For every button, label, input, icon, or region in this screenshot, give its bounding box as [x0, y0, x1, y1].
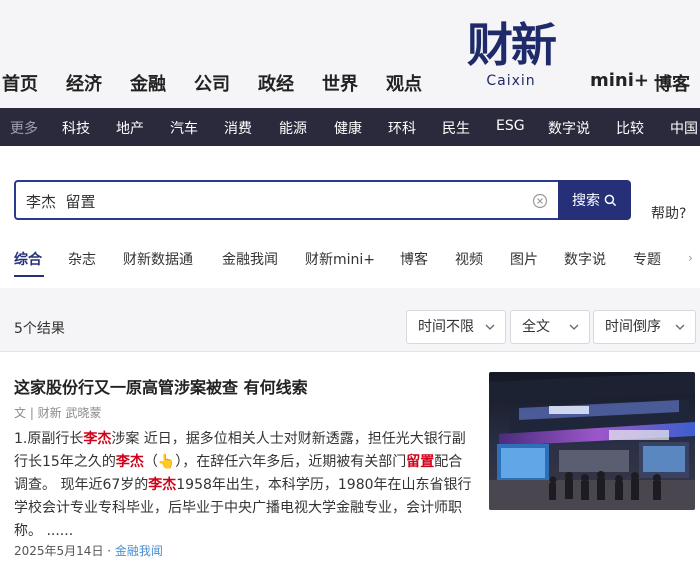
keyword-highlight: 李杰 — [148, 477, 177, 493]
search-button[interactable]: 搜索 — [558, 180, 631, 220]
nav-item-politics[interactable]: 政经 — [258, 70, 294, 96]
nav-item-blog[interactable]: 博客 — [654, 70, 690, 96]
channel-item-energy[interactable]: 能源 — [279, 118, 307, 138]
channel-item-compare[interactable]: 比较 — [616, 118, 644, 138]
channel-item-health[interactable]: 健康 — [334, 118, 362, 138]
nav-item-economy[interactable]: 经济 — [66, 70, 102, 96]
channel-item-auto[interactable]: 汽车 — [170, 118, 198, 138]
result-date-source: 2025年5月14日 · 金融我闻 — [14, 542, 163, 559]
caixin-logo[interactable]: 财新 Caixin — [455, 18, 567, 98]
tab-mini[interactable]: 财新mini+ — [305, 249, 375, 269]
chevron-down-icon — [485, 324, 495, 330]
result-date: 2025年5月14日 · — [14, 544, 115, 558]
tab-blog[interactable]: 博客 — [400, 249, 428, 269]
time-range-select[interactable]: 时间不限 — [406, 310, 506, 344]
main-nav: 首页 经济 金融 公司 政经 世界 观点 mini+ 博客 — [0, 70, 700, 96]
channel-item-china[interactable]: 中国 — [670, 118, 698, 138]
channel-item-tech[interactable]: 科技 — [62, 118, 90, 138]
channel-item-esg[interactable]: ESG — [496, 118, 525, 134]
scope-value: 全文 — [522, 319, 550, 335]
snippet-text: （👆），在辞任六年多后，近期被有关部门 — [143, 454, 407, 470]
snippet-text: 1.原副行长 — [14, 431, 84, 447]
tabs-scroll-icon[interactable]: › — [688, 251, 693, 265]
search-result-item: 这家股份行又一原高管涉案被查 有何线索 文 | 财新 武晓蒙 1.原副行长李杰涉… — [0, 352, 700, 578]
tab-finance-news[interactable]: 金融我闻 — [222, 249, 278, 269]
channel-item-livelihood[interactable]: 民生 — [442, 118, 470, 138]
exhibition-hall-image — [489, 372, 695, 510]
tab-video[interactable]: 视频 — [455, 249, 483, 269]
result-source-link[interactable]: 金融我闻 — [115, 544, 163, 558]
tab-images[interactable]: 图片 — [510, 249, 538, 269]
tab-topics[interactable]: 专题 — [633, 249, 661, 269]
channel-item-property[interactable]: 地产 — [116, 118, 144, 138]
channel-item-datasays[interactable]: 数字说 — [548, 118, 590, 138]
help-link[interactable]: 帮助? — [651, 203, 686, 223]
result-byline: 文 | 财新 武晓蒙 — [14, 406, 102, 420]
tab-datasays[interactable]: 数字说 — [564, 249, 606, 269]
logo-english: Caixin — [486, 73, 536, 89]
channel-item-consumer[interactable]: 消费 — [224, 118, 252, 138]
channel-item-env[interactable]: 环科 — [388, 118, 416, 138]
clear-icon[interactable] — [532, 193, 548, 209]
nav-item-home[interactable]: 首页 — [2, 70, 38, 96]
sort-select[interactable]: 时间倒序 — [593, 310, 696, 344]
logo-chinese: 财新 — [467, 18, 557, 72]
scope-select[interactable]: 全文 — [510, 310, 590, 344]
result-count: 5个结果 — [14, 321, 65, 337]
search-input[interactable] — [26, 190, 516, 212]
tab-all[interactable]: 综合 — [14, 249, 42, 269]
search-button-label: 搜索 — [572, 193, 600, 209]
tab-magazine[interactable]: 杂志 — [68, 249, 96, 269]
result-snippet: 1.原副行长李杰涉案 近日，据多位相关人士对财新透露，担任光大银行副行长15年之… — [14, 428, 474, 543]
keyword-highlight: 李杰 — [83, 431, 112, 447]
keyword-highlight: 李杰 — [115, 454, 144, 470]
site-header: 首页 经济 金融 公司 政经 世界 观点 mini+ 博客 财新 Caixin — [0, 0, 700, 108]
nav-item-company[interactable]: 公司 — [194, 70, 230, 96]
search-icon — [604, 194, 617, 206]
result-tabs: 综合 杂志 财新数据通 金融我闻 财新mini+ 博客 视频 图片 数字说 专题… — [0, 249, 700, 279]
search-box — [14, 180, 560, 220]
sort-value: 时间倒序 — [605, 319, 661, 335]
nav-item-mini[interactable]: mini+ — [590, 70, 649, 91]
nav-item-opinion[interactable]: 观点 — [386, 70, 422, 96]
result-thumbnail[interactable] — [489, 372, 695, 510]
search-panel: 搜索 帮助? 综合 杂志 财新数据通 金融我闻 财新mini+ 博客 视频 图片… — [0, 146, 700, 288]
time-range-value: 时间不限 — [418, 319, 474, 335]
channel-more[interactable]: 更多 — [10, 118, 38, 138]
active-tab-indicator — [14, 275, 44, 277]
channel-nav: 更多 科技 地产 汽车 消费 能源 健康 环科 民生 ESG 数字说 比较 中国 — [0, 108, 700, 146]
nav-item-world[interactable]: 世界 — [322, 70, 358, 96]
chevron-down-icon — [569, 324, 579, 330]
result-title[interactable]: 这家股份行又一原高管涉案被查 有何线索 — [14, 374, 308, 398]
tab-data[interactable]: 财新数据通 — [123, 249, 193, 269]
nav-item-finance[interactable]: 金融 — [130, 70, 166, 96]
keyword-highlight: 留置 — [406, 454, 435, 470]
results-toolbar: 5个结果 时间不限 全文 时间倒序 — [0, 288, 700, 352]
chevron-down-icon — [675, 324, 685, 330]
